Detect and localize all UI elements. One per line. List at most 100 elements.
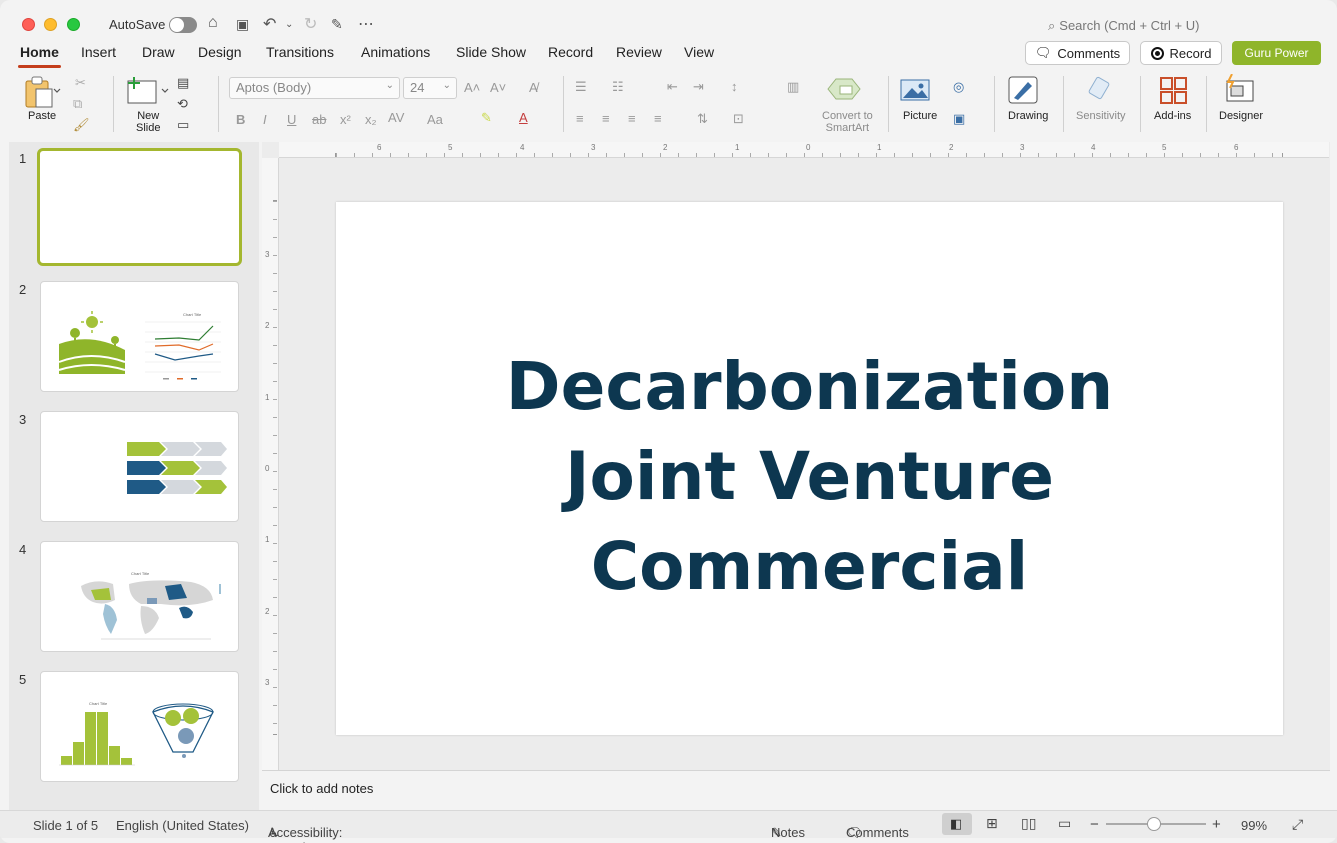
- slide-show-icon[interactable]: ▭: [1058, 815, 1071, 832]
- undo-dropdown-icon[interactable]: ⌄: [285, 19, 293, 30]
- ribbon-separator: [218, 76, 219, 132]
- guru-power-button[interactable]: Guru Power: [1232, 41, 1321, 65]
- line-spacing-icon[interactable]: ↕: [731, 79, 738, 94]
- text-box-icon[interactable]: ▣: [953, 111, 965, 127]
- align-text-icon[interactable]: ⊡: [733, 111, 744, 127]
- customize-icon[interactable]: ✎: [331, 16, 343, 33]
- convert-smartart-line2: SmartArt: [825, 122, 870, 134]
- justify-icon[interactable]: ≡: [654, 111, 662, 126]
- minimize-window-button[interactable]: [44, 18, 57, 31]
- italic-icon[interactable]: I: [263, 112, 267, 127]
- text-direction-icon[interactable]: ⇅: [697, 111, 708, 127]
- superscript-icon[interactable]: x²: [340, 112, 351, 127]
- current-slide[interactable]: Decarbonization Joint Venture Commercial: [336, 202, 1283, 735]
- language-status[interactable]: English (United States): [116, 818, 249, 833]
- fit-to-window-icon[interactable]: ⤢: [1292, 816, 1303, 833]
- tab-animations[interactable]: Animations: [361, 44, 430, 60]
- character-spacing-icon[interactable]: AV: [388, 110, 404, 125]
- copy-icon[interactable]: ⧉: [73, 96, 82, 112]
- redo-icon[interactable]: ↻: [304, 14, 317, 34]
- tab-slide-show[interactable]: Slide Show: [456, 44, 526, 60]
- autosave-toggle[interactable]: [169, 17, 197, 33]
- slide-thumbnail-5[interactable]: Chart Title: [40, 671, 239, 782]
- comments-button[interactable]: 🗨 Comments: [1025, 41, 1130, 65]
- font-color-icon[interactable]: A: [519, 110, 528, 125]
- designer-label: Designer: [1219, 110, 1264, 122]
- ruler-label: 4: [520, 143, 525, 152]
- slide-sorter-icon[interactable]: ⊞: [986, 815, 998, 832]
- font-name-select[interactable]: Aptos (Body) ⌄: [229, 77, 400, 99]
- subscript-icon[interactable]: x₂: [365, 112, 377, 127]
- thumbnail-series-line: [154, 343, 214, 351]
- reset-slide-icon[interactable]: ⟲: [177, 96, 188, 112]
- chevron-diagram-preview: [127, 442, 227, 494]
- ruler-label: 4: [1091, 143, 1096, 152]
- ruler-label: 1: [265, 393, 270, 402]
- strikethrough-icon[interactable]: ab: [312, 112, 326, 127]
- shrink-font-icon[interactable]: A˅: [490, 80, 506, 95]
- search-field[interactable]: ⌕ Search (Cmd + Ctrl + U): [1048, 18, 1199, 34]
- tab-view[interactable]: View: [684, 44, 714, 60]
- zoom-slider-handle[interactable]: [1147, 817, 1161, 831]
- smartart-icon[interactable]: [826, 77, 862, 103]
- sensitivity-icon[interactable]: [1086, 75, 1116, 105]
- tab-review[interactable]: Review: [616, 44, 662, 60]
- section-icon[interactable]: ▭: [177, 117, 189, 133]
- cut-icon[interactable]: ✂: [75, 75, 86, 91]
- format-painter-icon[interactable]: 🖌: [73, 117, 90, 133]
- zoom-window-button[interactable]: [67, 18, 80, 31]
- zoom-out-icon[interactable]: −: [1090, 816, 1099, 833]
- undo-icon[interactable]: ↶: [263, 14, 276, 34]
- tab-home[interactable]: Home: [18, 44, 61, 68]
- font-size-select[interactable]: 24 ⌄: [403, 77, 457, 99]
- title-bar: AutoSave ⌂ ▣ ↶ ⌄ ↻ ✎ ⋯ ⌕ Search (Cmd + Ct…: [0, 0, 1337, 40]
- tab-insert[interactable]: Insert: [81, 44, 116, 60]
- tab-design[interactable]: Design: [198, 44, 242, 60]
- slide-thumbnail-3[interactable]: [40, 411, 239, 522]
- save-icon[interactable]: ▣: [236, 16, 249, 33]
- paste-icon[interactable]: [24, 75, 64, 109]
- underline-icon[interactable]: U: [287, 112, 296, 127]
- slide-thumbnail-1[interactable]: [37, 148, 242, 266]
- slide-title[interactable]: Decarbonization Joint Venture Commercial: [336, 342, 1283, 612]
- change-case-icon[interactable]: Aa: [427, 112, 443, 127]
- notes-pane[interactable]: Click to add notes: [262, 770, 1330, 810]
- add-ins-icon[interactable]: [1159, 76, 1189, 106]
- more-icon[interactable]: ⋯: [358, 14, 374, 34]
- picture-icon[interactable]: [900, 78, 932, 104]
- designer-icon[interactable]: [1224, 74, 1258, 106]
- bold-icon[interactable]: B: [236, 112, 245, 127]
- clear-formatting-icon[interactable]: A̸: [529, 80, 538, 95]
- decrease-indent-icon[interactable]: ⇤: [667, 79, 678, 95]
- columns-icon[interactable]: ▥: [787, 79, 799, 95]
- align-right-icon[interactable]: ≡: [628, 111, 636, 126]
- align-left-icon[interactable]: ≡: [576, 111, 584, 126]
- ribbon-separator: [888, 76, 889, 132]
- layout-icon[interactable]: ▤: [177, 75, 189, 91]
- align-center-icon[interactable]: ≡: [602, 111, 610, 126]
- grow-font-icon[interactable]: A˄: [464, 80, 480, 95]
- home-icon[interactable]: ⌂: [208, 14, 218, 32]
- normal-view-button[interactable]: ◧: [942, 813, 972, 835]
- highlight-icon[interactable]: ✎: [481, 110, 492, 126]
- tab-draw[interactable]: Draw: [142, 44, 175, 60]
- tab-record[interactable]: Record: [548, 44, 593, 60]
- slide-thumbnail-2[interactable]: Chart Title: [40, 281, 239, 392]
- numbering-icon[interactable]: ☷: [612, 79, 624, 95]
- bullets-icon[interactable]: ☰: [575, 79, 587, 95]
- convert-smartart-line1: Convert to: [822, 110, 873, 122]
- increase-indent-icon[interactable]: ⇥: [693, 79, 704, 95]
- zoom-level[interactable]: 99%: [1241, 818, 1267, 833]
- new-slide-icon[interactable]: [126, 75, 172, 109]
- close-window-button[interactable]: [22, 18, 35, 31]
- ruler-label: 1: [265, 535, 270, 544]
- slide-thumbnail-4[interactable]: Chart Title: [40, 541, 239, 652]
- record-button-label: Record: [1169, 45, 1212, 61]
- tab-transitions[interactable]: Transitions: [266, 44, 334, 60]
- reading-view-icon[interactable]: ▯▯: [1021, 815, 1036, 832]
- shapes-icon[interactable]: ◎: [953, 79, 964, 95]
- comments-button-label: Comments: [1057, 45, 1121, 61]
- record-button[interactable]: Record: [1140, 41, 1222, 65]
- zoom-in-icon[interactable]: +: [1212, 816, 1221, 833]
- drawing-icon[interactable]: [1008, 76, 1040, 106]
